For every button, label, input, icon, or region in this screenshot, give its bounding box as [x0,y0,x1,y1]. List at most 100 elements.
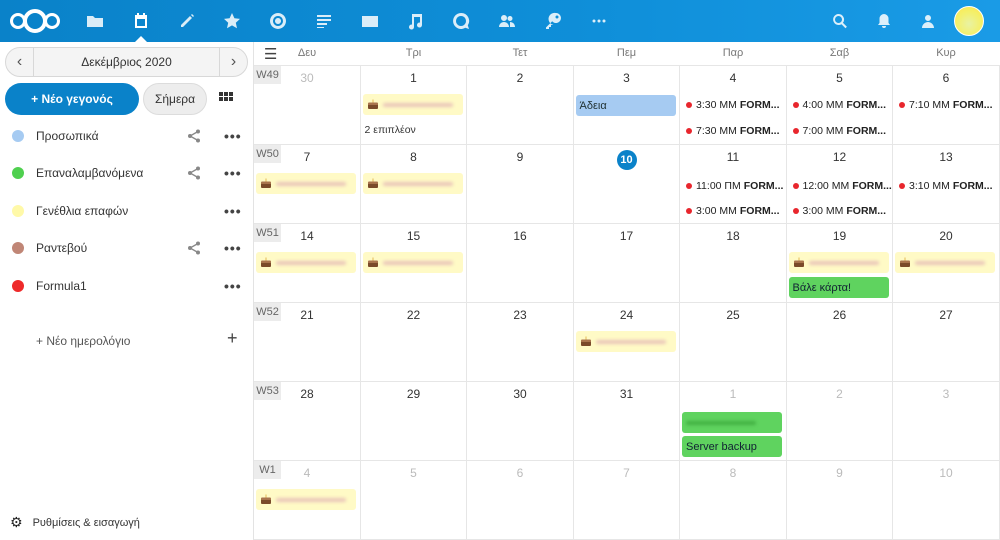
more-apps-icon[interactable] [581,0,617,42]
date-number[interactable]: 6 [893,71,999,85]
week-number[interactable]: W1 [254,461,281,479]
date-number[interactable]: 3 [574,71,680,85]
birthday-event[interactable] [895,252,995,273]
formula1-event[interactable]: 12:00 ΜΜ FORM... [792,177,893,195]
day-cell[interactable]: 15 [361,224,467,302]
today-button[interactable]: Σήμερα [143,83,207,115]
day-cell[interactable]: 10 [574,145,680,223]
notes-icon[interactable] [169,0,205,42]
day-cell[interactable]: 10 [893,461,1000,539]
week-number[interactable]: W49 [254,66,281,84]
activity-icon[interactable] [260,0,296,42]
settings-button[interactable]: ⚙ Ρυθμίσεις & εισαγωγή [10,514,140,531]
day-cell[interactable]: 30 W49 [254,66,361,144]
day-cell[interactable]: 18 [680,224,787,302]
day-cell[interactable]: 13 3:10 ΜΜ FORM... [893,145,1000,223]
calendar-item[interactable]: Ραντεβού ••• [0,230,254,266]
share-icon[interactable] [186,240,202,256]
date-number[interactable]: 17 [574,229,680,243]
day-cell[interactable]: 6 7:10 ΜΜ FORM... [893,66,1000,144]
day-cell[interactable]: 5 [361,461,467,539]
date-number[interactable]: 7 [574,466,680,480]
calendar-color-dot[interactable] [12,280,24,292]
day-cell[interactable]: 19 Βάλε κάρτα! [787,224,893,302]
more-options-icon[interactable]: ••• [224,240,242,256]
passwords-icon[interactable] [535,0,571,42]
date-number[interactable]: 19 [787,229,893,243]
music-icon[interactable] [397,0,433,42]
day-cell[interactable]: 29 [361,382,467,460]
birthday-event[interactable] [256,489,356,510]
calendar-color-dot[interactable] [12,242,24,254]
date-number[interactable]: 2 [467,71,573,85]
calendar-color-dot[interactable] [12,130,24,142]
birthday-event[interactable] [362,252,463,273]
day-cell[interactable]: 6 [467,461,574,539]
date-number[interactable]: 5 [787,71,893,85]
talk-icon[interactable] [443,0,479,42]
day-cell[interactable]: 3 Άδεια [574,66,680,144]
day-cell[interactable]: 9 [787,461,893,539]
day-cell[interactable]: 2 [467,66,574,144]
date-number[interactable]: 31 [574,387,680,401]
more-events-link[interactable]: 2 επιπλέον [365,124,416,136]
nextcloud-logo[interactable] [8,8,62,34]
calendar-color-dot[interactable] [12,167,24,179]
day-cell[interactable]: 16 [467,224,574,302]
date-number[interactable]: 2 [787,387,893,401]
day-cell[interactable]: 5 4:00 ΜΜ FORM... 7:00 ΜΜ FORM... [787,66,893,144]
birthday-event[interactable] [362,173,463,194]
favorites-icon[interactable] [214,0,250,42]
day-cell[interactable]: 22 [361,303,467,381]
date-number[interactable]: 3 [893,387,999,401]
mail-icon[interactable] [352,0,388,42]
next-month-button[interactable]: › [219,48,247,76]
day-cell[interactable]: 17 [574,224,680,302]
date-number[interactable]: 13 [893,150,999,164]
date-number[interactable]: 27 [893,308,999,322]
leave-event[interactable]: Άδεια [575,95,676,116]
day-cell[interactable]: 24 [574,303,680,381]
week-number[interactable]: W53 [254,382,281,400]
share-icon[interactable] [186,128,202,144]
formula1-event[interactable]: 4:00 ΜΜ FORM... [792,96,893,114]
more-options-icon[interactable]: ••• [224,128,242,144]
calendar-item[interactable]: Προσωπικά ••• [0,118,254,154]
day-cell[interactable]: 8 [361,145,467,223]
day-cell[interactable]: 25 [680,303,787,381]
more-options-icon[interactable]: ••• [224,203,242,219]
card-reminder-event[interactable]: Βάλε κάρτα! [788,277,889,298]
birthday-event[interactable] [362,94,463,115]
day-cell[interactable]: 27 [893,303,1000,381]
date-number[interactable]: 25 [680,308,786,322]
day-cell[interactable]: 30 [467,382,574,460]
birthday-event[interactable] [788,252,889,273]
date-number[interactable]: 30 [467,387,573,401]
day-cell[interactable]: 2 [787,382,893,460]
date-number[interactable]: 11 [680,150,786,164]
birthday-event[interactable] [256,252,356,273]
date-number[interactable]: 26 [787,308,893,322]
date-number[interactable]: 8 [361,150,467,164]
week-number[interactable]: W50 [254,145,281,163]
contacts-icon[interactable] [489,0,525,42]
day-cell[interactable]: 20 [893,224,1000,302]
formula1-event[interactable]: 3:00 ΜΜ FORM... [686,202,786,220]
date-number[interactable]: 9 [787,466,893,480]
formula1-event[interactable]: 3:00 ΜΜ FORM... [792,202,893,220]
day-cell[interactable]: 4 3:30 ΜΜ FORM... 7:30 ΜΜ FORM... [680,66,787,144]
date-number[interactable]: 6 [467,466,573,480]
day-cell[interactable]: 23 [467,303,574,381]
day-cell[interactable]: 9 [467,145,574,223]
date-number[interactable]: 23 [467,308,573,322]
date-number[interactable]: 4 [680,71,786,85]
formula1-event[interactable]: 7:00 ΜΜ FORM... [792,122,893,140]
notifications-icon[interactable] [866,0,902,42]
avatar[interactable] [954,6,984,36]
day-cell[interactable]: 28 W53 [254,382,361,460]
date-number[interactable]: 20 [893,229,999,243]
birthday-event[interactable] [256,173,356,194]
day-cell[interactable]: 4 W1 [254,461,361,539]
day-cell[interactable]: 7 [574,461,680,539]
calendar-item[interactable]: Formula1 ••• [0,268,254,304]
